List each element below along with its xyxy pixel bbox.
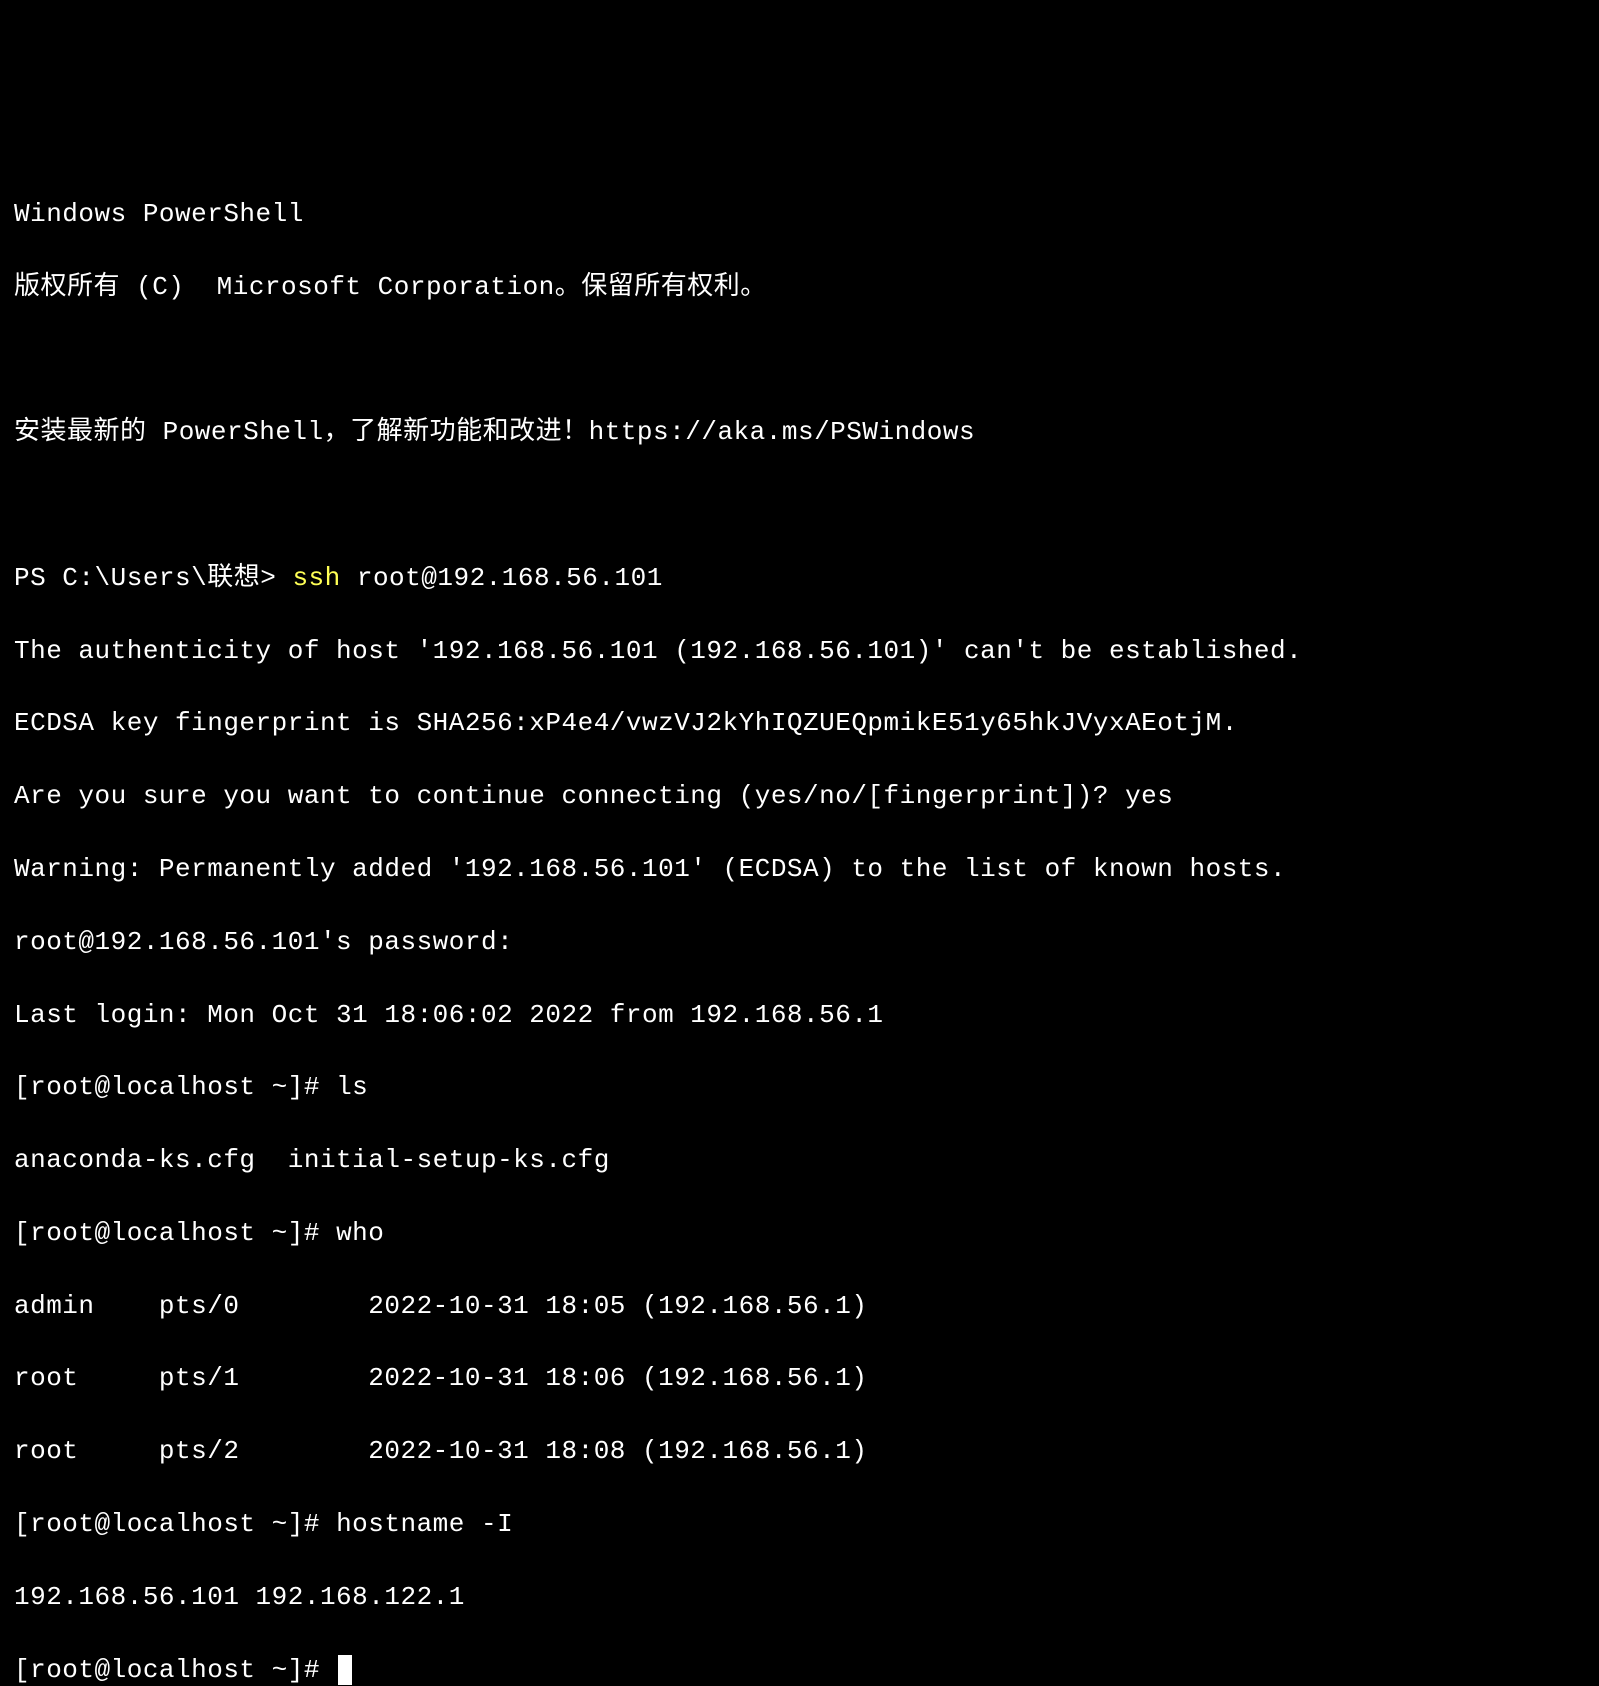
who-output-row: admin pts/0 2022-10-31 18:05 (192.168.56… — [14, 1288, 1585, 1324]
shell-prompt: [root@localhost ~]# — [14, 1655, 336, 1685]
cursor — [338, 1655, 352, 1685]
install-message: 安装最新的 PowerShell，了解新功能和改进！https://aka.ms… — [14, 414, 1585, 450]
ssh-command: ssh — [292, 563, 340, 593]
ssh-args: root@192.168.56.101 — [341, 563, 663, 593]
shell-prompt: [root@localhost ~]# — [14, 1072, 336, 1102]
ls-output: anaconda-ks.cfg initial-setup-ks.cfg — [14, 1142, 1585, 1178]
active-prompt-line[interactable]: [root@localhost ~]# — [14, 1652, 1585, 1686]
fingerprint-line: ECDSA key fingerprint is SHA256:xP4e4/vw… — [14, 705, 1585, 741]
blank-line — [14, 342, 1585, 378]
header-title: Windows PowerShell — [14, 196, 1585, 232]
blank-line — [14, 487, 1585, 523]
who-output-row: root pts/2 2022-10-31 18:08 (192.168.56.… — [14, 1433, 1585, 1469]
who-output-row: root pts/1 2022-10-31 18:06 (192.168.56.… — [14, 1360, 1585, 1396]
hostname-command: hostname -I — [336, 1509, 513, 1539]
known-hosts-warning: Warning: Permanently added '192.168.56.1… — [14, 851, 1585, 887]
confirm-prompt: Are you sure you want to continue connec… — [14, 778, 1585, 814]
shell-prompt: [root@localhost ~]# — [14, 1218, 336, 1248]
hostname-output: 192.168.56.101 192.168.122.1 — [14, 1579, 1585, 1615]
header-copyright: 版权所有 (C) Microsoft Corporation。保留所有权利。 — [14, 269, 1585, 305]
who-command-line: [root@localhost ~]# who — [14, 1215, 1585, 1251]
who-command: who — [336, 1218, 384, 1248]
password-prompt: root@192.168.56.101's password: — [14, 924, 1585, 960]
ssh-command-line: PS C:\Users\联想> ssh root@192.168.56.101 — [14, 560, 1585, 596]
hostname-command-line: [root@localhost ~]# hostname -I — [14, 1506, 1585, 1542]
ls-command: ls — [336, 1072, 368, 1102]
ps-prompt: PS C:\Users\联想> — [14, 563, 292, 593]
terminal-window[interactable]: Windows PowerShell 版权所有 (C) Microsoft Co… — [14, 160, 1585, 1686]
ls-command-line: [root@localhost ~]# ls — [14, 1069, 1585, 1105]
last-login: Last login: Mon Oct 31 18:06:02 2022 fro… — [14, 997, 1585, 1033]
auth-warning: The authenticity of host '192.168.56.101… — [14, 633, 1585, 669]
shell-prompt: [root@localhost ~]# — [14, 1509, 336, 1539]
